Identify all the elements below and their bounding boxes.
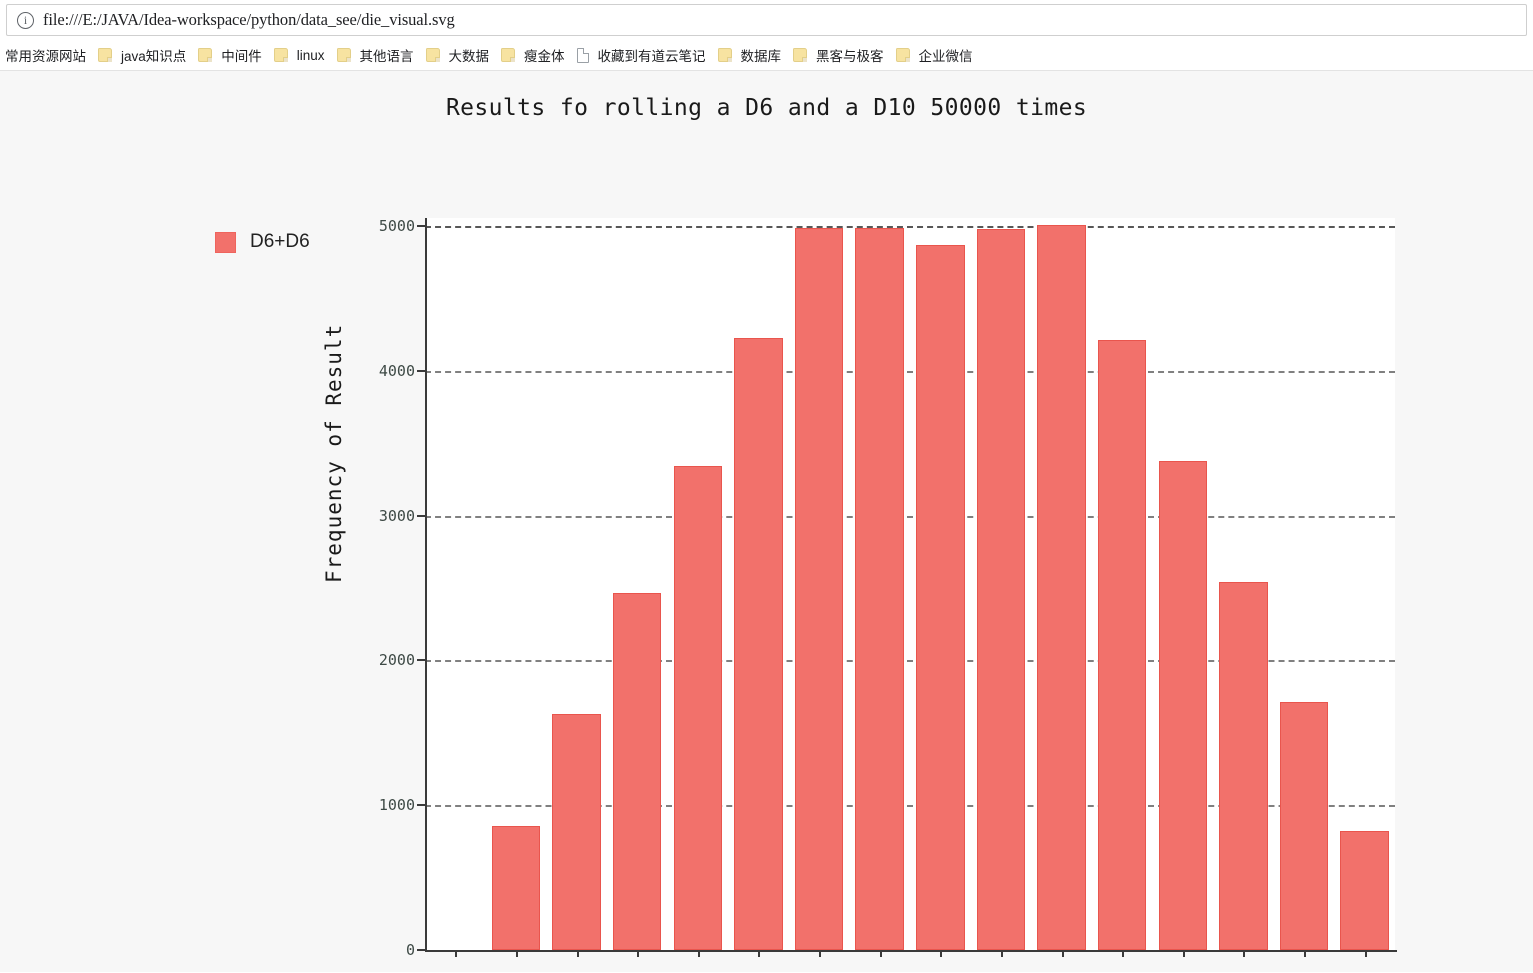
folder-icon — [717, 48, 732, 62]
bar — [916, 244, 965, 950]
x-axis-line — [425, 950, 1397, 952]
y-tick-mark — [417, 949, 425, 951]
bar — [976, 228, 1026, 950]
y-tick-label: 4000 — [378, 361, 415, 380]
bookmark-label: 其他语言 — [359, 49, 414, 64]
folder-icon — [273, 48, 288, 62]
folder-icon — [425, 48, 440, 62]
y-tick-mark — [417, 804, 425, 807]
bookmark-label: 中间件 — [221, 49, 262, 64]
x-tick-mark — [1364, 950, 1367, 957]
chart-title: Results fo rolling a D6 and a D10 50000 … — [445, 95, 1088, 121]
bookmark-item[interactable]: 中间件 — [192, 42, 268, 68]
address-bar[interactable]: i file:///E:/JAVA/Idea-workspace/python/… — [6, 4, 1527, 36]
y-axis-line — [425, 218, 427, 952]
bookmark-label: 大数据 — [448, 49, 490, 64]
bar — [1037, 224, 1086, 950]
x-tick-mark — [576, 950, 579, 957]
y-tick-mark — [417, 514, 425, 517]
x-tick-mark — [1304, 950, 1307, 957]
y-tick-mark — [417, 369, 425, 372]
x-tick-mark — [819, 950, 822, 957]
bar — [1219, 582, 1268, 950]
bookmark-item[interactable]: 企业微信 — [890, 42, 979, 68]
bar — [1279, 701, 1329, 950]
bookmark-item[interactable]: 收藏到有道云笔记 — [571, 42, 712, 68]
bar — [1340, 831, 1389, 950]
x-tick-mark — [1000, 950, 1003, 957]
bar — [734, 337, 783, 950]
bookmark-label: java知识点 — [121, 49, 187, 64]
bookmark-label: 常用资源网站 — [5, 49, 86, 64]
bar — [1097, 340, 1147, 950]
x-tick-mark — [697, 950, 700, 957]
bar — [491, 826, 541, 950]
bar — [1158, 460, 1208, 950]
legend-label-d6-d6: D6+D6 — [250, 231, 310, 252]
bookmark-item[interactable]: linux — [268, 42, 331, 68]
browser-chrome: i file:///E:/JAVA/Idea-workspace/python/… — [0, 0, 1533, 71]
url-text: file:///E:/JAVA/Idea-workspace/python/da… — [43, 10, 455, 29]
y-axis-title: Frequency of Result — [322, 323, 346, 583]
bar — [855, 228, 904, 950]
y-tick-label: 2000 — [378, 651, 415, 670]
bookmark-label: 数据库 — [740, 49, 782, 64]
page-icon — [576, 47, 589, 63]
folder-icon — [198, 48, 213, 62]
bookmarks-bar: 常用资源网站 java知识点 中间件 linux 其他语言 大数据 瘦金体 收藏到有道云笔记 数… — [0, 40, 1533, 71]
svg-document-view: Results fo rolling a D6 and a D10 50000 … — [0, 71, 1533, 973]
x-tick-mark — [1061, 950, 1064, 957]
folder-icon — [895, 48, 910, 62]
bookmark-item[interactable]: 数据库 — [712, 42, 788, 68]
url-bar-row: i file:///E:/JAVA/Idea-workspace/python/… — [0, 0, 1533, 40]
x-tick-mark — [879, 950, 882, 957]
legend-swatch-d6-d6 — [215, 231, 236, 253]
bar — [673, 466, 723, 950]
gridline-3000 — [425, 515, 1395, 518]
x-tick-mark — [1243, 950, 1246, 957]
bookmark-item[interactable]: 瘦金体 — [495, 42, 571, 68]
gridline-4000 — [425, 370, 1395, 373]
folder-icon — [336, 48, 351, 62]
gridline-5000 — [425, 226, 1395, 228]
bookmark-label: 企业微信 — [918, 49, 973, 64]
folder-icon — [98, 48, 112, 62]
bookmark-label: 收藏到有道云笔记 — [597, 49, 706, 64]
bookmark-label: 瘦金体 — [524, 49, 565, 64]
bar — [612, 593, 662, 950]
bookmark-item[interactable]: 大数据 — [420, 42, 496, 68]
folder-icon — [501, 48, 516, 62]
x-tick-mark — [1122, 950, 1125, 957]
y-tick-label: 3000 — [378, 506, 415, 525]
folder-icon — [793, 48, 808, 62]
bookmark-item[interactable]: 常用资源网站 — [0, 42, 92, 68]
y-tick-label: 5000 — [378, 217, 415, 235]
plot-background — [425, 218, 1395, 950]
bookmark-item[interactable]: java知识点 — [92, 42, 192, 68]
bookmark-label: 黑客与极客 — [816, 49, 884, 64]
y-tick-mark — [417, 225, 425, 227]
plot-area — [425, 224, 1395, 950]
y-tick-label: 1000 — [378, 796, 415, 815]
bar — [552, 713, 601, 950]
x-tick-mark — [1182, 950, 1185, 957]
bar — [794, 228, 844, 950]
x-tick-mark — [455, 950, 458, 957]
y-tick-mark — [417, 659, 425, 662]
x-tick-mark — [940, 950, 943, 957]
bookmark-item[interactable]: 黑客与极客 — [787, 42, 890, 68]
bookmark-label: linux — [296, 47, 325, 63]
chart-legend: D6+D6 — [215, 231, 310, 253]
x-tick-mark — [758, 950, 761, 957]
info-icon[interactable]: i — [17, 11, 34, 29]
x-tick-mark — [637, 950, 640, 957]
x-tick-mark — [515, 950, 518, 957]
y-tick-label: 0 — [405, 941, 415, 959]
bookmark-item[interactable]: 其他语言 — [331, 42, 420, 68]
